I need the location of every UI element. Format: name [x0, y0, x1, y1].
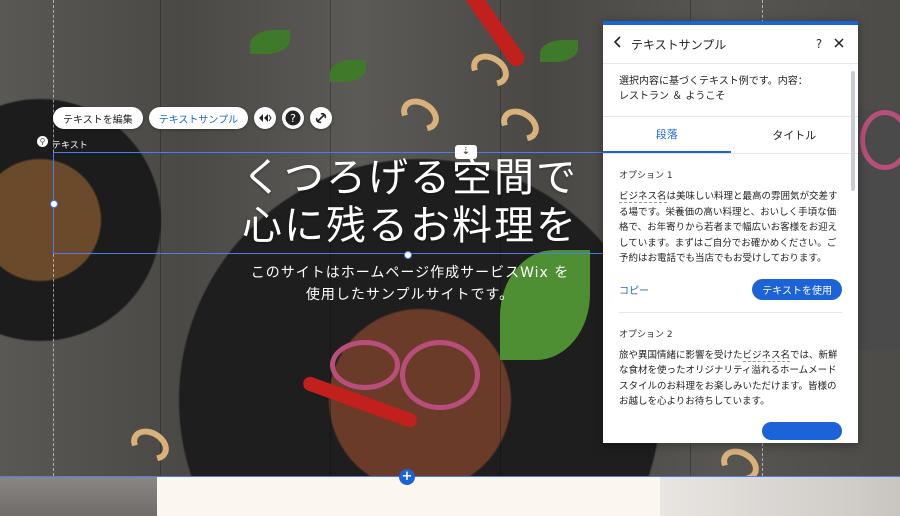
back-chevron-icon[interactable]	[613, 36, 631, 52]
cashew-decoration	[715, 442, 765, 476]
business-name-placeholder: ビジネス名	[619, 191, 667, 203]
text-sample-button[interactable]: テキストサンプル	[148, 107, 249, 129]
herb-leaf-decoration	[330, 60, 366, 82]
options-list: オプション 1 ビジネス名は美味しい料理と最高の雰囲気が交差する場です。栄養価の…	[603, 154, 858, 443]
anchor-icon[interactable]: ⚲	[37, 136, 48, 147]
option-body-text: 旅や異国情緒に影響を受けた	[619, 349, 743, 361]
text-selection-box[interactable]	[53, 152, 613, 254]
link-icon[interactable]	[310, 107, 333, 129]
onion-ring-decoration	[860, 110, 900, 170]
hero-subtitle[interactable]: このサイトはホームページ作成サービスWix を 使用したサンプルサイトです。	[200, 262, 620, 306]
close-icon[interactable]	[830, 36, 848, 52]
panel-help-icon[interactable]: ?	[808, 37, 830, 51]
option-title: オプション 2	[619, 329, 673, 340]
panel-intro: 選択内容に基づくテキスト例です。内容： レストラン ＆ ようこそ	[603, 64, 858, 117]
onion-ring-decoration	[400, 340, 480, 410]
use-text-button[interactable]: テキストを使用	[752, 278, 842, 300]
cashew-decoration	[125, 422, 175, 468]
tab-title[interactable]: タイトル	[731, 117, 859, 153]
panel-scrollbar[interactable]	[851, 71, 855, 191]
cashew-decoration	[395, 92, 445, 138]
option-card[interactable]: オプション 1 ビジネス名は美味しい料理と最高の雰囲気が交差する場です。栄養価の…	[619, 154, 842, 313]
copy-link[interactable]: コピー	[619, 282, 649, 297]
resize-handle-bottom[interactable]	[404, 251, 412, 259]
option-card[interactable]: オプション 2 旅や異国情緒に影響を受けたビジネス名では、新鮮な食材を使ったオリ…	[619, 313, 842, 444]
option-actions: コピー テキストを使用	[619, 278, 842, 300]
option-text: 旅や異国情緒に影響を受けたビジネス名では、新鮮な食材を使ったオリジナリティ溢れる…	[619, 348, 842, 410]
herb-leaf-decoration	[540, 40, 578, 62]
section-divider	[0, 476, 900, 477]
next-section-image-right	[660, 476, 900, 516]
option-title: オプション 1	[619, 171, 673, 181]
animation-icon[interactable]	[254, 107, 277, 129]
onion-ring-decoration	[330, 340, 400, 390]
element-toolbar: テキストを編集 テキストサンプル ?	[53, 106, 333, 130]
help-icon[interactable]: ?	[282, 107, 305, 129]
panel-title: テキストサンプル	[631, 37, 727, 52]
cashew-decoration	[495, 102, 545, 148]
stretch-icon[interactable]: ⇣	[455, 145, 477, 159]
resize-handle-left[interactable]	[50, 200, 58, 208]
edit-text-button[interactable]: テキストを編集	[53, 107, 143, 129]
next-section-image-left	[0, 476, 157, 516]
business-name-placeholder: ビジネス名	[742, 349, 791, 362]
svg-text:?: ?	[290, 112, 296, 125]
option-actions	[619, 421, 842, 440]
panel-header: テキストサンプル ?	[603, 25, 858, 64]
add-section-button[interactable]: +	[399, 469, 415, 485]
selection-label: テキスト	[52, 141, 88, 151]
option-text: ビジネス名は美味しい料理と最高の雰囲気が交差する場です。栄養価の高い料理と、おい…	[619, 189, 842, 267]
use-text-button[interactable]	[762, 421, 842, 440]
herb-leaf-decoration	[250, 30, 290, 54]
text-sample-panel: テキストサンプル ? 選択内容に基づくテキスト例です。内容： レストラン ＆ よ…	[603, 21, 858, 443]
panel-tabs: 段落 タイトル	[603, 117, 858, 154]
tab-paragraph[interactable]: 段落	[603, 117, 731, 153]
